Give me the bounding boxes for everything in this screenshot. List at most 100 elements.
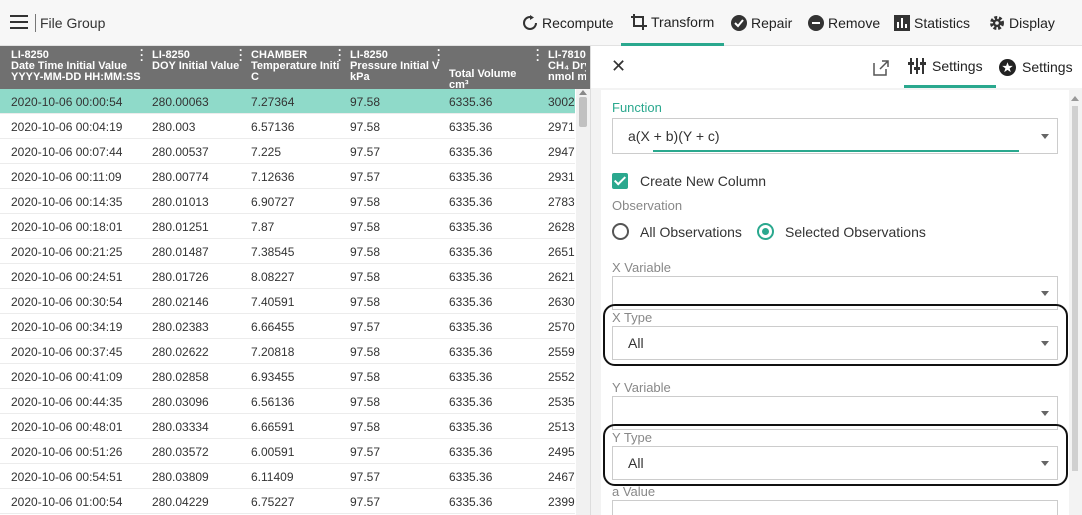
- table-cell: 8.08227: [251, 270, 295, 284]
- tab-settings-star-label: Settings: [1022, 59, 1073, 75]
- table-cell: 280.01251: [152, 220, 209, 234]
- y-variable-label: Y Variable: [612, 380, 671, 395]
- remove-minus-icon: [808, 15, 824, 31]
- table-row[interactable]: 2020-10-06 00:14:35 280.01013 6.90727 97.58…: [0, 189, 575, 214]
- table-cell: 97.57: [350, 145, 381, 159]
- selected-observations-radio[interactable]: [757, 223, 774, 240]
- table-cell: 2020-10-06 00:34:19: [11, 320, 123, 334]
- table-cell: 280.02622: [152, 345, 209, 359]
- scroll-up-icon[interactable]: [1071, 96, 1079, 101]
- table-cell: 97.58: [350, 295, 381, 309]
- table-cell: 6335.36: [449, 120, 493, 134]
- create-new-column-checkbox[interactable]: [612, 173, 628, 189]
- table-row[interactable]: 2020-10-06 00:48:01 280.03334 6.66591 97.58…: [0, 414, 575, 439]
- column-header[interactable]: LI-7810CH₄ Drynmol m: [548, 46, 586, 89]
- table-row[interactable]: 2020-10-06 00:07:44 280.00537 7.225 97.57 63…: [0, 139, 575, 164]
- data-table: LI-8250 Date Time Initial Value YYYY-MM-DD…: [0, 46, 590, 515]
- table-row[interactable]: 2020-10-06 00:54:51 280.03809 6.11409 97.57…: [0, 464, 575, 489]
- scrollbar-thumb[interactable]: [1072, 106, 1078, 471]
- recompute-button[interactable]: Recompute: [522, 0, 614, 46]
- function-value: a(X + b)(Y + c): [628, 128, 720, 144]
- table-row[interactable]: 2020-10-06 00:11:09 280.00774 7.12636 97.57…: [0, 164, 575, 189]
- star-icon: [999, 58, 1016, 76]
- display-button[interactable]: Display: [989, 0, 1055, 46]
- menu-icon[interactable]: [10, 15, 28, 29]
- create-new-column-label: Create New Column: [640, 173, 767, 189]
- tab-settings-label: Settings: [932, 57, 983, 74]
- column-header[interactable]: LI-8250 DOY Initial Value · · ·: [152, 46, 246, 89]
- column-menu-icon[interactable]: · · ·: [140, 46, 144, 66]
- column-header[interactable]: LI-8250 Date Time Initial Value YYYY-MM-DD…: [11, 46, 147, 89]
- a-value-input[interactable]: [612, 500, 1058, 515]
- table-cell: 2020-10-06 01:00:54: [11, 495, 123, 509]
- table-cell: 6335.36: [449, 145, 493, 159]
- table-cell: 6335.36: [449, 470, 493, 484]
- table-row[interactable]: 2020-10-06 00:21:25 280.01487 7.38545 97.58…: [0, 239, 575, 264]
- table-cell: 2020-10-06 00:04:19: [11, 120, 123, 134]
- top-toolbar: File Group Recompute Transform Repair Re…: [0, 0, 1082, 46]
- table-header: LI-8250 Date Time Initial Value YYYY-MM-DD…: [0, 46, 590, 89]
- table-cell: 97.58: [350, 345, 381, 359]
- table-row[interactable]: 2020-10-06 00:18:01 280.01251 7.87 97.58 633…: [0, 214, 575, 239]
- table-cell: 280.01013: [152, 195, 209, 209]
- statistics-label: Statistics: [914, 15, 971, 31]
- scroll-up-icon[interactable]: [579, 90, 587, 95]
- table-cell: 2020-10-06 00:37:45: [11, 345, 123, 359]
- table-cell: 2020-10-06 00:21:25: [11, 245, 123, 259]
- column-header[interactable]: Total Volume cm³ · · ·: [449, 46, 543, 89]
- tab-settings-star[interactable]: Settings: [999, 46, 1073, 88]
- column-menu-icon[interactable]: · · ·: [338, 46, 342, 66]
- statistics-button[interactable]: Statistics: [894, 0, 970, 46]
- column-header[interactable]: CHAMBER Temperature Initi C · · ·: [251, 46, 345, 89]
- table-row[interactable]: 2020-10-06 00:24:51 280.01726 8.08227 97.58…: [0, 264, 575, 289]
- table-row[interactable]: 2020-10-06 00:44:35 280.03096 6.56136 97.58…: [0, 389, 575, 414]
- table-row[interactable]: 2020-10-06 00:00:54 280.00063 7.27364 97.58…: [0, 89, 575, 114]
- table-cell: 280.00063: [152, 95, 209, 109]
- table-cell: 97.57: [350, 170, 381, 184]
- column-header-line: C: [251, 71, 259, 83]
- remove-button[interactable]: Remove: [808, 0, 880, 46]
- function-focus-underline: [653, 150, 1019, 152]
- table-cell: 280.03809: [152, 470, 209, 484]
- table-cell: 6.00591: [251, 445, 295, 459]
- table-row[interactable]: 2020-10-06 00:34:19 280.02383 6.66455 97.57…: [0, 314, 575, 339]
- table-row[interactable]: 2020-10-06 00:37:45 280.02622 7.20818 97.58…: [0, 339, 575, 364]
- repair-button[interactable]: Repair: [731, 0, 792, 46]
- table-cell: 2020-10-06 00:51:26: [11, 445, 123, 459]
- table-cell: 280.02146: [152, 295, 209, 309]
- panel-header: ✕ Settings Settings: [591, 46, 1082, 88]
- transform-button[interactable]: Transform: [621, 0, 725, 46]
- observation-label: Observation: [612, 198, 683, 213]
- popout-icon[interactable]: [873, 60, 889, 76]
- table-scrollbar[interactable]: [576, 89, 590, 515]
- panel-scrollbar[interactable]: [1069, 96, 1081, 471]
- table-cell: 280.02383: [152, 320, 209, 334]
- recompute-icon: [523, 15, 537, 30]
- column-header-line: DOY Initial Value: [152, 60, 240, 72]
- table-cell: 6.56136: [251, 395, 295, 409]
- all-observations-radio[interactable]: [612, 223, 629, 240]
- tab-settings-sliders[interactable]: Settings: [904, 46, 996, 88]
- table-cell: 97.57: [350, 470, 381, 484]
- column-menu-icon[interactable]: · · ·: [239, 46, 243, 66]
- function-select[interactable]: a(X + b)(Y + c): [612, 118, 1058, 154]
- repair-label: Repair: [751, 15, 793, 31]
- table-row[interactable]: 2020-10-06 01:00:54 280.04229 6.75227 97.57…: [0, 489, 575, 514]
- table-cell: 97.57: [350, 445, 381, 459]
- scrollbar-thumb[interactable]: [579, 97, 587, 127]
- all-observations-label: All Observations: [640, 224, 742, 240]
- title-divider: [35, 14, 36, 32]
- table-row[interactable]: 2020-10-06 00:30:54 280.02146 7.40591 97.58…: [0, 289, 575, 314]
- close-icon[interactable]: ✕: [611, 56, 626, 77]
- table-row[interactable]: 2020-10-06 00:04:19 280.003 6.57136 97.58 63…: [0, 114, 575, 139]
- table-row[interactable]: 2020-10-06 00:51:26 280.03572 6.00591 97.57…: [0, 439, 575, 464]
- table-row[interactable]: 2020-10-06 00:41:09 280.02858 6.93455 97.58…: [0, 364, 575, 389]
- column-menu-icon[interactable]: · · ·: [437, 46, 441, 66]
- app-title: File Group: [40, 15, 106, 31]
- column-menu-icon[interactable]: · · ·: [536, 46, 540, 66]
- table-cell: 7.38545: [251, 245, 295, 259]
- table-cell: 7.87: [251, 220, 275, 234]
- column-header[interactable]: LI-8250 Pressure Initial VkPa · · ·: [350, 46, 444, 89]
- a-value-label: a Value: [612, 484, 656, 499]
- table-cell: 2020-10-06 00:11:09: [11, 170, 122, 184]
